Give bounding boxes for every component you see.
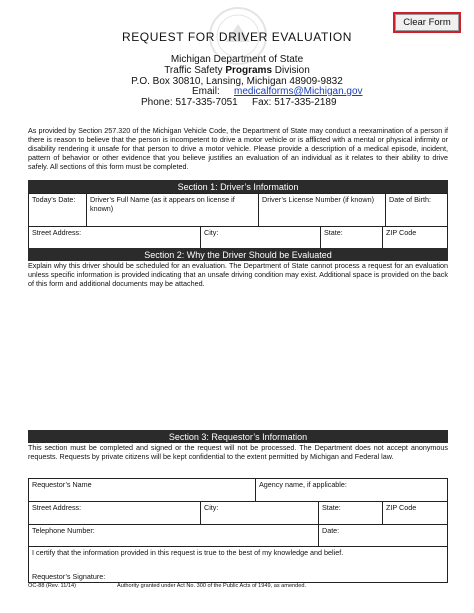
requestor-city-label: City: bbox=[204, 503, 219, 512]
requestor-state-label: State: bbox=[322, 503, 341, 512]
driver-state-label: State: bbox=[324, 228, 343, 237]
requestor-zip-field[interactable]: ZIP Code bbox=[383, 502, 447, 524]
section3-instructions: This section must be completed and signe… bbox=[28, 443, 448, 461]
driver-info-grid: Today’s Date: Driver’s Full Name (as it … bbox=[28, 193, 448, 253]
birth-date-field[interactable]: Date of Birth: bbox=[386, 194, 447, 226]
todays-date-label: Today’s Date: bbox=[32, 195, 76, 204]
telephone-label: Telephone Number: bbox=[32, 526, 95, 535]
agency-name-field[interactable]: Agency name, if applicable: bbox=[256, 479, 447, 501]
requestor-name-label: Requestor’s Name bbox=[32, 480, 92, 489]
requestor-street-field[interactable]: Street Address: bbox=[29, 502, 201, 524]
authority-note: Authority granted under Act No. 300 of t… bbox=[117, 583, 307, 589]
requestor-street-label: Street Address: bbox=[32, 503, 82, 512]
section1-header: Section 1: Driver’s Information bbox=[28, 180, 448, 193]
driver-full-name-label: Driver’s Full Name (as it appears on lic… bbox=[90, 195, 235, 213]
telephone-field[interactable]: Telephone Number: bbox=[29, 525, 319, 546]
division-name: Traffic Safety Programs Division bbox=[164, 65, 310, 76]
agency-name-label: Agency name, if applicable: bbox=[259, 480, 347, 489]
requestor-zip-label: ZIP Code bbox=[386, 503, 417, 512]
section3-header: Section 3: Requestor’s Information bbox=[28, 430, 448, 443]
todays-date-field[interactable]: Today’s Date: bbox=[29, 194, 87, 226]
certification-statement: I certify that the information provided … bbox=[32, 548, 344, 557]
request-date-label: Date: bbox=[322, 526, 340, 535]
form-id: OC-88 (Rev. 11/14) bbox=[28, 583, 76, 589]
section2-instructions: Explain why this driver should be schedu… bbox=[28, 261, 448, 288]
birth-date-label: Date of Birth: bbox=[389, 195, 431, 204]
driver-zip-label: ZIP Code bbox=[386, 228, 417, 237]
signature-label: Requestor’s Signature: bbox=[32, 572, 106, 581]
license-number-label: Driver’s License Number (if known) bbox=[262, 195, 374, 204]
driver-city-label: City: bbox=[204, 228, 219, 237]
requestor-city-field[interactable]: City: bbox=[201, 502, 319, 524]
driver-street-label: Street Address: bbox=[32, 228, 82, 237]
license-number-field[interactable]: Driver’s License Number (if known) bbox=[259, 194, 386, 226]
signature-field[interactable]: Requestor’s Signature: bbox=[29, 571, 447, 583]
evaluation-reason-textarea[interactable] bbox=[28, 298, 448, 428]
email-link[interactable]: medicalforms@Michigan.gov bbox=[234, 86, 363, 97]
form-title: REQUEST FOR DRIVER EVALUATION bbox=[121, 30, 353, 44]
fax-number: Fax: 517-335-2189 bbox=[252, 97, 337, 108]
requestor-name-field[interactable]: Requestor’s Name bbox=[29, 479, 256, 501]
intro-paragraph: As provided by Section 257.320 of the Mi… bbox=[28, 126, 448, 172]
requestor-info-grid: Requestor’s Name Agency name, if applica… bbox=[28, 478, 448, 583]
section2-header: Section 2: Why the Driver Should be Eval… bbox=[28, 248, 448, 261]
request-date-field[interactable]: Date: bbox=[319, 525, 447, 546]
requestor-state-field[interactable]: State: bbox=[319, 502, 383, 524]
driver-full-name-field[interactable]: Driver’s Full Name (as it appears on lic… bbox=[87, 194, 259, 226]
email-label: Email: bbox=[192, 86, 220, 97]
agency-name: Michigan Department of State bbox=[170, 54, 304, 65]
phone-number: Phone: 517-335-7051 bbox=[141, 97, 238, 108]
